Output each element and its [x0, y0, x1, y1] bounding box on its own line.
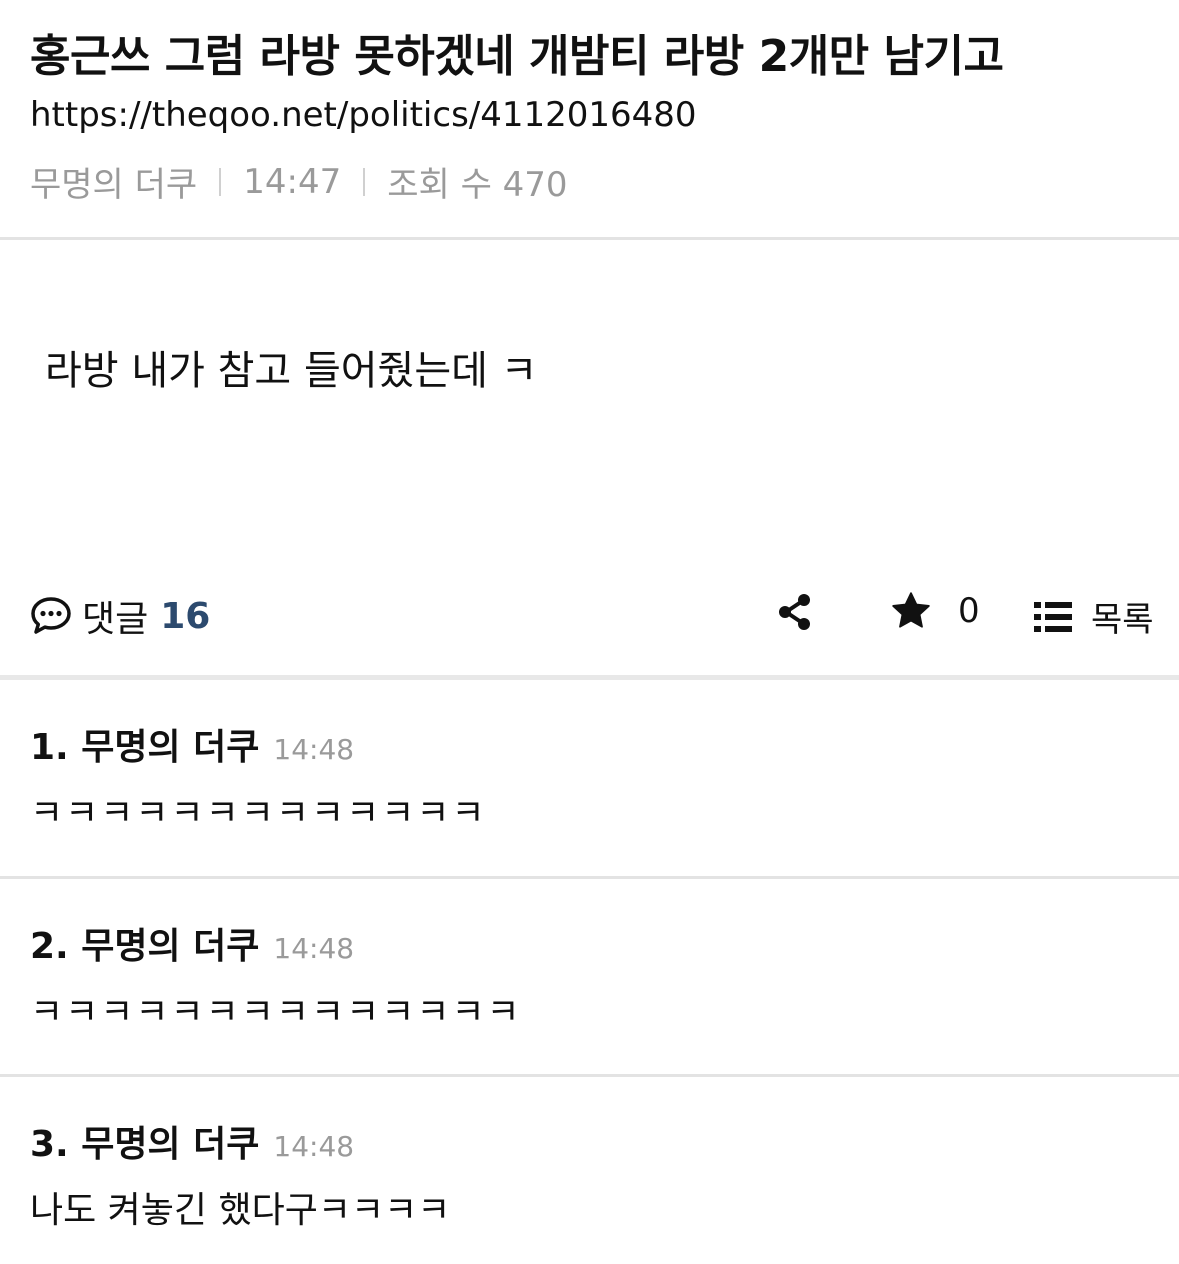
comment-time: 14:48	[273, 1130, 355, 1163]
speech-bubble-icon	[31, 597, 71, 634]
comment-text: ㅋㅋㅋㅋㅋㅋㅋㅋㅋㅋㅋㅋㅋ	[30, 793, 487, 834]
comment-author: 3. 무명의 더쿠	[30, 1124, 260, 1165]
post-time: 14:47	[243, 161, 342, 202]
post-meta: 무명의 더쿠 14:47 조회 수 470	[30, 157, 568, 206]
comment-text: 나도 켜놓긴 했다구ㅋㅋㅋㅋ	[30, 1190, 451, 1231]
star-button[interactable]: 0	[890, 590, 980, 632]
share-icon	[779, 594, 810, 630]
comment-time: 14:48	[273, 733, 355, 766]
comment-header: 1. 무명의 더쿠 14:48	[30, 718, 354, 770]
meta-divider	[219, 167, 222, 196]
post-body: 라방 내가 참고 들어줬는데 ㅋ	[45, 348, 538, 394]
comment-text: ㅋㅋㅋㅋㅋㅋㅋㅋㅋㅋㅋㅋㅋㅋ	[30, 992, 522, 1033]
comments-toggle[interactable]: 댓글 16	[30, 590, 210, 642]
comment-author: 1. 무명의 더쿠	[30, 727, 260, 768]
star-icon	[892, 592, 930, 628]
comments-label: 댓글	[82, 599, 149, 640]
post-url-link[interactable]: https://theqoo.net/politics/4112016480	[30, 95, 697, 135]
comment-item: 3. 무명의 더쿠 14:48 나도 켜놓긴 했다구ㅋㅋㅋㅋ	[0, 1077, 1179, 1264]
list-label: 목록	[1091, 600, 1154, 640]
post-action-bar: 댓글 16 0 목록	[0, 570, 1179, 680]
comment-author: 2. 무명의 더쿠	[30, 926, 260, 967]
comment-item: 1. 무명의 더쿠 14:48 ㅋㅋㅋㅋㅋㅋㅋㅋㅋㅋㅋㅋㅋ	[0, 680, 1179, 879]
star-count: 0	[958, 591, 980, 631]
comment-time: 14:48	[273, 932, 355, 965]
post-title: 홍근쓰 그럼 라방 못하겠네 개밤티 라방 2개만 남기고	[30, 31, 1004, 82]
comment-header: 3. 무명의 더쿠 14:48	[30, 1115, 354, 1167]
list-icon	[1034, 601, 1072, 632]
comment-item: 2. 무명의 더쿠 14:48 ㅋㅋㅋㅋㅋㅋㅋㅋㅋㅋㅋㅋㅋㅋ	[0, 879, 1179, 1077]
comments-count: 16	[160, 595, 211, 637]
post-author: 무명의 더쿠	[30, 165, 198, 205]
post-views: 조회 수 470	[387, 165, 568, 205]
list-button[interactable]: 목록	[1033, 592, 1154, 641]
share-button[interactable]	[775, 592, 815, 632]
post-header: 홍근쓰 그럼 라방 못하겠네 개밤티 라방 2개만 남기고 https://th…	[0, 0, 1179, 240]
meta-divider	[363, 167, 366, 196]
comment-header: 2. 무명의 더쿠 14:48	[30, 917, 354, 969]
